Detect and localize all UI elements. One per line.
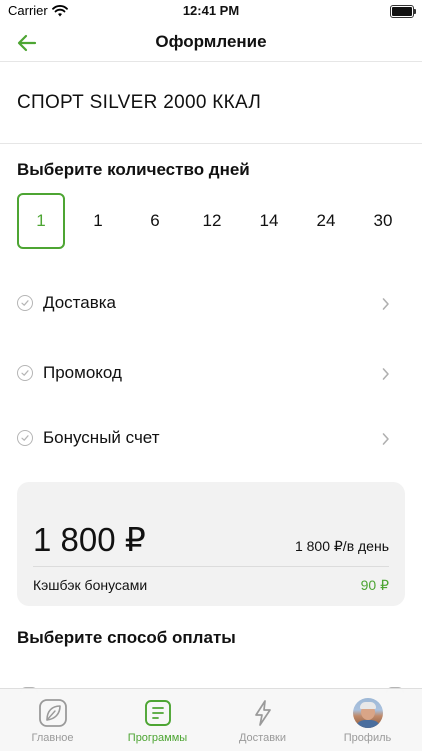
tab-deliveries-label: Доставки (238, 732, 287, 744)
divider (0, 61, 422, 62)
day-option[interactable]: 24 (302, 193, 350, 249)
bonus-account-label: Бонусный счет (43, 428, 160, 447)
check-circle-icon (17, 295, 33, 311)
tab-programs-label: Программы (127, 732, 188, 744)
page-title: Оформление (155, 32, 267, 51)
total-price: 1 800 ₽ (33, 521, 146, 558)
tab-deliveries[interactable]: Доставки (210, 689, 315, 751)
clock: 12:41 PM (182, 3, 240, 18)
tab-bar: Главное Программы Доставки Профиль (0, 688, 422, 751)
tab-profile-label: Профиль (343, 732, 392, 744)
program-title: СПОРТ SILVER 2000 ККАЛ (17, 92, 262, 113)
status-bar: Carrier 12:41 PM (0, 0, 422, 24)
day-option[interactable]: 30 (359, 193, 407, 249)
price-summary-card: 1 800 ₽ 1 800 ₽/в день Кэшбэк бонусами 9… (17, 482, 405, 606)
chevron-right-icon (382, 367, 390, 386)
days-heading: Выберите количество дней (17, 160, 250, 179)
divider (0, 143, 422, 144)
day-option[interactable]: 12 (188, 193, 236, 249)
lightning-icon (248, 698, 278, 728)
bonus-account-row[interactable]: Бонусный счет (0, 419, 422, 459)
cashback-value: 90 ₽ (360, 577, 389, 593)
day-option[interactable]: 6 (131, 193, 179, 249)
promocode-label: Промокод (43, 363, 122, 382)
day-option[interactable]: 14 (245, 193, 293, 249)
battery-icon (390, 5, 416, 18)
day-option-selected[interactable]: 1 (17, 193, 65, 249)
check-circle-icon (17, 430, 33, 446)
days-selector: 1 1 6 12 14 24 30 (17, 193, 417, 251)
cashback-label: Кэшбэк бонусами (33, 577, 148, 593)
nav-bar: Оформление (0, 24, 422, 62)
tab-home[interactable]: Главное (0, 689, 105, 751)
chevron-right-icon (382, 297, 390, 316)
delivery-row[interactable]: Доставка (0, 284, 422, 324)
leaf-icon (38, 698, 68, 728)
programs-icon (143, 698, 173, 728)
payment-heading: Выберите способ оплаты (17, 628, 236, 647)
check-circle-icon (17, 365, 33, 381)
promocode-row[interactable]: Промокод (0, 354, 422, 394)
chevron-right-icon (382, 432, 390, 451)
avatar (352, 698, 383, 728)
price-per-day: 1 800 ₽/в день (294, 538, 389, 554)
tab-home-label: Главное (31, 732, 74, 744)
delivery-label: Доставка (43, 293, 117, 312)
day-option[interactable]: 1 (74, 193, 122, 249)
tab-programs[interactable]: Программы (105, 689, 210, 751)
tab-profile[interactable]: Профиль (315, 689, 420, 751)
divider (33, 566, 389, 567)
